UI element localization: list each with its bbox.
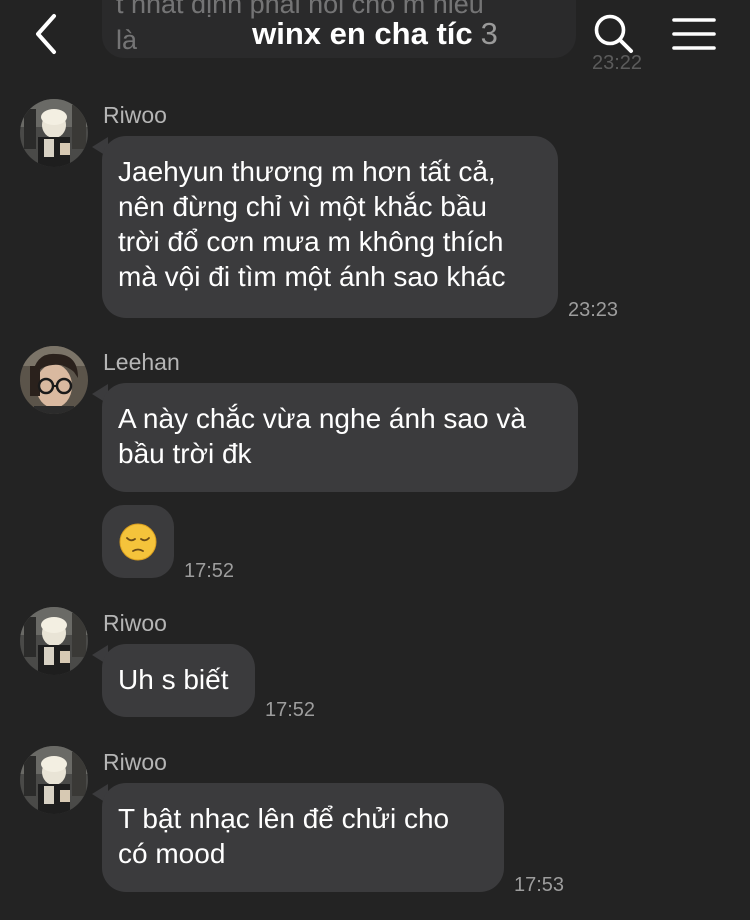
message-text-line: T bật nhạc lên để chửi cho <box>118 803 450 834</box>
message-bubble[interactable]: Jaehyun thương m hơn tất cả, nên đừng ch… <box>102 136 558 318</box>
message-time: 17:53 <box>514 874 565 896</box>
emoji-message-bubble[interactable] <box>102 505 174 578</box>
pensive-face-emoji-icon <box>119 523 157 560</box>
sender-name: Riwoo <box>103 749 167 775</box>
sender-name: Riwoo <box>103 610 167 636</box>
avatar-riwoo[interactable] <box>20 746 88 814</box>
avatar-leehan[interactable] <box>20 346 88 414</box>
message-time: 23:23 <box>568 299 619 321</box>
message-text-line: A này chắc vừa nghe ánh sao và <box>118 403 526 434</box>
message-text-line: Uh s biết <box>118 664 229 695</box>
message-time: 17:52 <box>184 560 235 582</box>
chat-screen: t nhất định phải nói cho m hiểu là 23:22… <box>0 0 750 920</box>
hamburger-menu-icon <box>672 18 716 50</box>
avatar-riwoo-image <box>20 746 88 814</box>
member-count: 3 <box>480 16 498 51</box>
message-text-line: Jaehyun thương m hơn tất cả, <box>118 156 496 187</box>
message-text-line: nên đừng chỉ vì một khắc bầu <box>118 191 487 222</box>
menu-button[interactable] <box>670 14 718 54</box>
message-bubble[interactable]: Uh s biết <box>102 644 255 717</box>
message-text-line: có mood <box>118 838 226 869</box>
chat-header: winx en cha tíc 3 <box>0 0 750 72</box>
message-time: 17:52 <box>265 699 316 721</box>
message-text-line: mà vội đi tìm một ánh sao khác <box>118 261 506 292</box>
search-button[interactable] <box>590 10 638 58</box>
avatar-leehan-image <box>20 346 88 414</box>
avatar-riwoo[interactable] <box>20 607 88 675</box>
chat-title-text: winx en cha tíc <box>252 16 473 51</box>
message-text-line: bầu trời đk <box>118 438 252 469</box>
message-bubble[interactable]: T bật nhạc lên để chửi cho có mood <box>102 783 504 892</box>
avatar-riwoo-image <box>20 99 88 167</box>
search-icon <box>594 14 633 53</box>
message-text-line: trời đổ cơn mưa m không thích <box>118 226 504 257</box>
message-bubble[interactable]: A này chắc vừa nghe ánh sao và bầu trời … <box>102 383 578 492</box>
avatar-riwoo[interactable] <box>20 99 88 167</box>
sender-name: Riwoo <box>103 102 167 128</box>
sender-name: Leehan <box>103 349 180 375</box>
avatar-riwoo-image <box>20 607 88 675</box>
